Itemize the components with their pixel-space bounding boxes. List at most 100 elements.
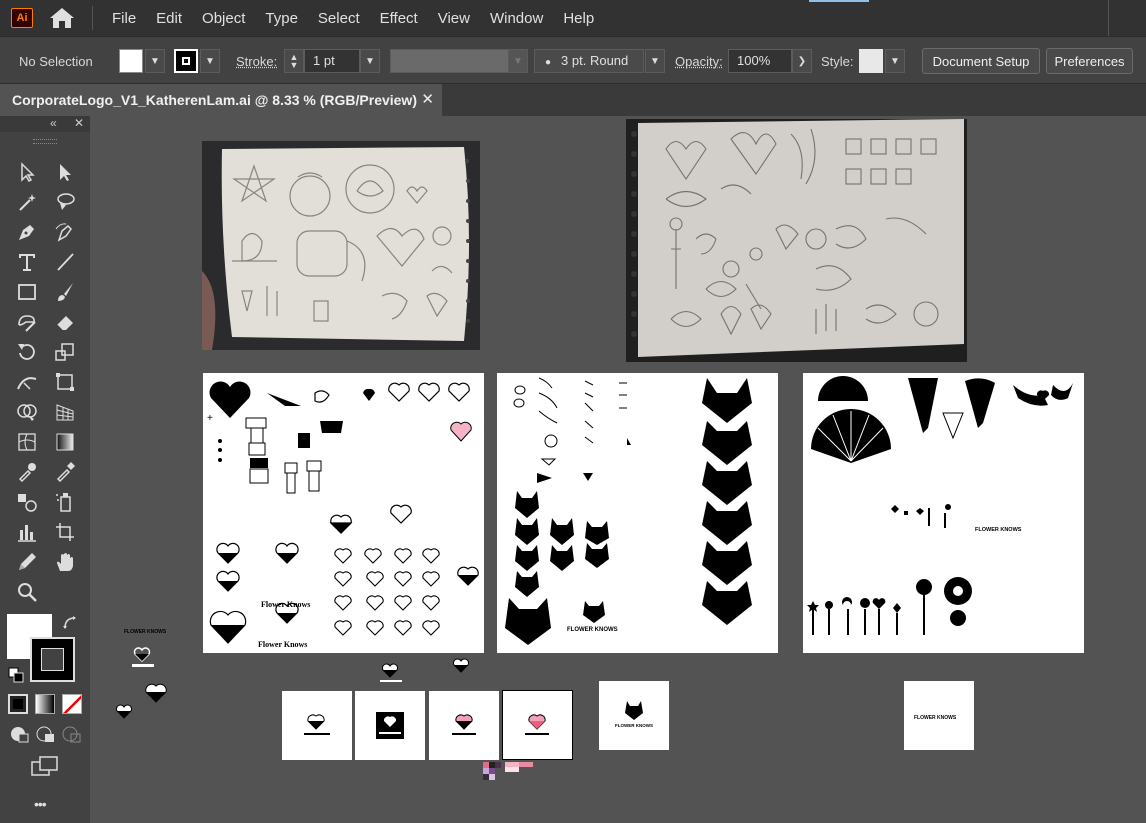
artboard-cats[interactable]: FLOWER KNOWS: [497, 373, 778, 653]
menu-object[interactable]: Object: [202, 10, 245, 27]
brush-dot-icon: ●: [545, 57, 552, 68]
symbol-sprayer-tool-icon[interactable]: [52, 489, 78, 515]
draw-normal-icon[interactable]: [9, 725, 29, 743]
stroke-swatch[interactable]: [174, 49, 198, 73]
draw-behind-icon[interactable]: [35, 725, 55, 743]
scale-tool-icon[interactable]: [52, 339, 78, 365]
draw-inside-icon[interactable]: [61, 725, 81, 743]
more-tools-icon[interactable]: •••: [34, 796, 47, 812]
menu-help[interactable]: Help: [563, 10, 594, 27]
rotate-tool-icon[interactable]: [14, 339, 40, 365]
none-mode-icon[interactable]: [62, 694, 82, 714]
stroke-label[interactable]: Stroke:: [236, 54, 277, 69]
close-tab-icon[interactable]: ✕: [421, 90, 434, 108]
opacity-arrow[interactable]: ❯: [792, 49, 812, 73]
shaper-tool-icon[interactable]: [14, 309, 40, 335]
color-swatch-chips[interactable]: [483, 762, 535, 780]
stroke-weight-input[interactable]: 1 pt: [304, 49, 360, 73]
menu-effect[interactable]: Effect: [380, 10, 418, 27]
sketch-photo-2[interactable]: [626, 119, 967, 362]
opacity-input[interactable]: 100%: [728, 49, 792, 73]
shape-builder-tool-icon[interactable]: [14, 399, 40, 425]
pencil-tool-icon[interactable]: [14, 549, 40, 575]
svg-text:+: +: [207, 413, 213, 424]
menu-select[interactable]: Select: [318, 10, 360, 27]
eyedropper-tool-icon[interactable]: [14, 459, 40, 485]
loose-potion-small-1[interactable]: [378, 661, 404, 685]
magic-wand-tool-icon[interactable]: [14, 189, 40, 215]
loose-potion-small-2[interactable]: [451, 657, 471, 675]
style-swatch[interactable]: [859, 49, 883, 73]
mini-artboard-logo-4[interactable]: [502, 690, 573, 760]
curvature-tool-icon[interactable]: [52, 219, 78, 245]
menu-separator: [92, 6, 93, 30]
loose-brand-text[interactable]: FLOWER KNOWS: [124, 621, 174, 635]
collapse-icon[interactable]: «: [50, 116, 57, 130]
tools-panel-header[interactable]: « ✕: [0, 116, 90, 132]
loose-potion-logo-2[interactable]: [142, 678, 170, 706]
menu-view[interactable]: View: [438, 10, 470, 27]
stroke-color-box[interactable]: [30, 637, 75, 682]
mini-artboard-logo-2[interactable]: [355, 691, 425, 760]
gradient-mode-icon[interactable]: [35, 694, 55, 714]
artboard-brand-caps: FLOWER KNOWS: [567, 627, 618, 633]
color-mode-icon[interactable]: [8, 694, 28, 714]
zoom-tool-icon[interactable]: [14, 579, 40, 605]
stroke-weight-stepper[interactable]: ▲ ▼: [284, 49, 304, 73]
selection-tool-icon[interactable]: [14, 159, 40, 185]
default-colors-icon[interactable]: [8, 667, 24, 683]
close-panel-icon[interactable]: ✕: [74, 116, 84, 130]
loose-potion-logo-3[interactable]: [114, 701, 134, 721]
preferences-button[interactable]: Preferences: [1046, 48, 1133, 74]
hand-tool-icon[interactable]: [52, 549, 78, 575]
document-setup-button[interactable]: Document Setup: [922, 48, 1040, 74]
home-icon[interactable]: [49, 7, 75, 29]
eyedropper-icon[interactable]: [52, 459, 78, 485]
direct-selection-tool-icon[interactable]: [52, 159, 78, 185]
mini-artboard-logo-3[interactable]: [429, 691, 499, 760]
menu-file[interactable]: File: [112, 10, 136, 27]
rectangle-tool-icon[interactable]: [14, 279, 40, 305]
mini-artboard-flower-logo[interactable]: FLOWER KNOWS: [904, 681, 974, 750]
column-graph-tool-icon[interactable]: [14, 519, 40, 545]
screen-mode-icon[interactable]: [31, 756, 59, 778]
mini-artboard-logo-1[interactable]: [282, 691, 352, 760]
profile-dropdown[interactable]: ▼: [508, 49, 528, 73]
stroke-weight-dropdown[interactable]: ▼: [360, 49, 380, 73]
free-transform-tool-icon[interactable]: [52, 369, 78, 395]
swap-colors-icon[interactable]: [62, 615, 78, 631]
brush-dropdown[interactable]: ▼: [645, 49, 665, 73]
artboard-potions[interactable]: + Flower Knows Flower Knows: [203, 373, 484, 653]
main-menu: File Edit Object Type Select Effect View…: [112, 0, 614, 36]
sketch-photo-1[interactable]: [202, 141, 480, 350]
stroke-color-dropdown[interactable]: ▼: [200, 49, 220, 73]
line-tool-icon[interactable]: [52, 249, 78, 275]
style-dropdown[interactable]: ▼: [885, 49, 905, 73]
canvas[interactable]: + Flower Knows Flower Knows FLOWER KNOWS…: [90, 116, 1146, 823]
lasso-tool-icon[interactable]: [52, 189, 78, 215]
pen-tool-icon[interactable]: [14, 219, 40, 245]
opacity-label[interactable]: Opacity:: [675, 54, 723, 69]
type-tool-icon[interactable]: [14, 249, 40, 275]
variable-width-profile[interactable]: [390, 49, 510, 73]
blend-tool-icon[interactable]: [14, 489, 40, 515]
artboard-tool-icon[interactable]: [52, 519, 78, 545]
paintbrush-tool-icon[interactable]: [52, 279, 78, 305]
menu-window[interactable]: Window: [490, 10, 543, 27]
gradient-tool-icon[interactable]: [52, 429, 78, 455]
selection-status: No Selection: [19, 54, 93, 69]
fill-swatch[interactable]: [119, 49, 143, 73]
mesh-tool-icon[interactable]: [14, 429, 40, 455]
mini-artboard-cat-logo[interactable]: FLOWER KNOWS: [599, 681, 669, 750]
panel-grip[interactable]: [33, 139, 57, 144]
width-tool-icon[interactable]: [14, 369, 40, 395]
fill-dropdown[interactable]: ▼: [145, 49, 165, 73]
perspective-grid-tool-icon[interactable]: [52, 399, 78, 425]
eraser-tool-icon[interactable]: [52, 309, 78, 335]
brush-definition[interactable]: ● 3 pt. Round: [534, 49, 644, 73]
loose-potion-logo-1[interactable]: [130, 641, 160, 671]
menu-edit[interactable]: Edit: [156, 10, 182, 27]
document-tab[interactable]: CorporateLogo_V1_KatherenLam.ai @ 8.33 %…: [0, 84, 442, 116]
menu-type[interactable]: Type: [265, 10, 298, 27]
artboard-flowers[interactable]: FLOWER KNOWS: [803, 373, 1084, 653]
